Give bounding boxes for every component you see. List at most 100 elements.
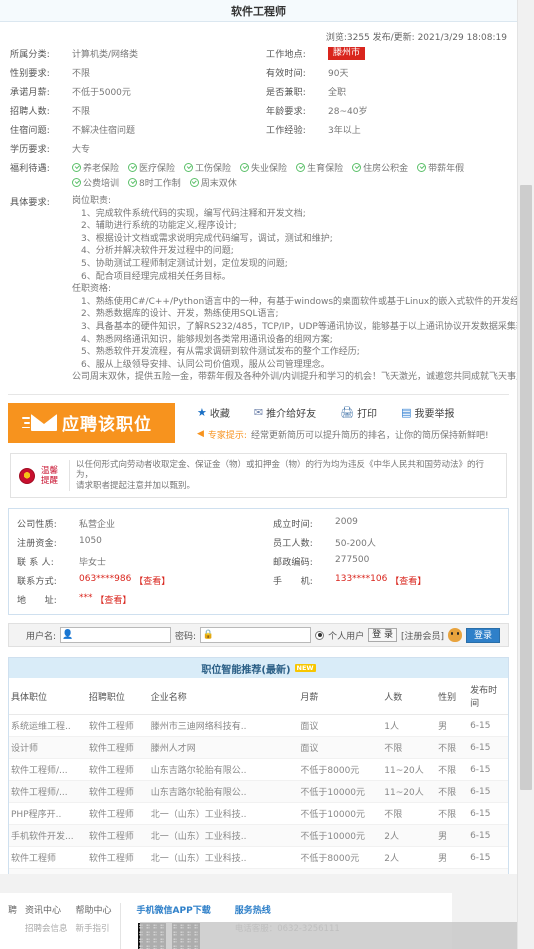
- action-printer[interactable]: 🖨 打印: [328, 405, 389, 421]
- check-circle-icon: [189, 178, 199, 187]
- qq-icon[interactable]: [447, 628, 462, 643]
- check-circle-icon: [352, 163, 362, 172]
- table-cell[interactable]: PHP程序开..: [9, 802, 87, 826]
- username-label: 用户名:: [25, 631, 57, 642]
- recommend-header: 职位智能推荐(最新) NEW: [9, 658, 508, 679]
- detail-label: 工作经验:: [266, 126, 307, 136]
- company-row: 地 址: *** 【查看】: [13, 593, 504, 606]
- table-cell: 男: [436, 714, 469, 738]
- table-cell: 6-15: [468, 824, 508, 848]
- scrollbar-thumb[interactable]: [520, 185, 532, 790]
- vertical-scrollbar[interactable]: [517, 0, 534, 949]
- detail-label: 年龄要求:: [266, 107, 307, 117]
- table-cell: 男: [436, 846, 469, 870]
- table-cell: 6-15: [468, 802, 508, 826]
- footer-col-news: 资讯中心 招聘会信息: [17, 903, 68, 934]
- star-icon: ★: [197, 406, 207, 420]
- detail-label: 住宿问题:: [10, 126, 51, 136]
- requirement-line: 公司周末双休，提供五险一金，带薪年假及各种外训/内训提升和学习的机会！飞天激光，…: [72, 372, 534, 383]
- detail-label: 工作地点:: [266, 50, 307, 60]
- table-cell: 面议: [298, 736, 383, 760]
- action-mail[interactable]: ✉ 推介给好友: [242, 405, 328, 421]
- apply-actions-panel: ★ 收藏 ✉ 推介给好友 🖨 打印 ▤ 我要举报 ◀ 专家提示: 经常更新简历可以提升简历的排…: [175, 403, 509, 443]
- username-input[interactable]: [75, 628, 171, 643]
- table-row[interactable]: 系统运维工程.. 软件工程师 滕州市三迪网络科技有.. 面议 1人男 6-15: [9, 714, 508, 738]
- table-cell: 软件工程师: [86, 802, 149, 826]
- table-row[interactable]: 软件工程师/... 软件工程师 山东吉路尔轮胎有限公.. 不低于8000元 11~20人…: [9, 758, 508, 782]
- requirement-line: 6、服从上级领导安排、认同公司价值观，服从公司管理理念。: [81, 359, 330, 370]
- detail-value: 全职: [328, 88, 347, 98]
- table-cell[interactable]: 手机软件开发...: [9, 824, 87, 848]
- user-type-radio[interactable]: [315, 630, 325, 640]
- table-cell[interactable]: 软件工程师: [9, 846, 87, 870]
- benefit-item: 医疗保险: [128, 161, 175, 174]
- detail-value: 计算机类/网络类: [72, 50, 139, 60]
- table-row[interactable]: 软件工程师/... 软件工程师 山东吉路尔轮胎有限公.. 不低于10000元 11~20…: [9, 780, 508, 804]
- mobile-view-link[interactable]: 【查看】: [390, 574, 426, 587]
- register-link[interactable]: [注册会员]: [401, 629, 444, 642]
- table-cell: 面议: [298, 714, 383, 738]
- envelope-icon: [22, 414, 57, 432]
- contact-phone-masked: 063****986: [79, 574, 132, 585]
- table-cell: 软件工程师: [86, 846, 149, 870]
- password-field-wrap[interactable]: 🔒: [200, 627, 312, 644]
- company-label: 联 系 人:: [17, 558, 54, 569]
- benefits-row: 福利待遇: 养老保险 医疗保险 工伤保险 失业保险 生育保险 住房公积金 带薪年假 公费培训 8…: [6, 161, 511, 189]
- username-field-wrap[interactable]: 👤: [60, 627, 172, 644]
- table-cell[interactable]: 软件工程师/...: [9, 758, 87, 782]
- action-label: 我要举报: [414, 409, 455, 421]
- company-label: 公司性质:: [17, 520, 58, 531]
- detail-row: 学历要求: 大专: [6, 142, 511, 155]
- table-row[interactable]: PHP程序开.. 软件工程师 北一（山东）工业科技.. 不低于10000元 不限 不限 6-…: [9, 802, 508, 826]
- table-cell: 不限: [382, 802, 437, 826]
- action-label: 推介给好友: [266, 409, 317, 421]
- table-cell[interactable]: 设计师: [9, 736, 87, 760]
- table-row[interactable]: 设计师 软件工程师 滕州人才网 面议 不限 不限 6-15: [9, 736, 508, 760]
- table-cell[interactable]: 系统运维工程..: [9, 714, 87, 738]
- company-info-box: 公司性质: 私营企业 成立时间: 2009 注册资金: 1050 员工人数: 50-20…: [8, 508, 509, 616]
- address-view-link[interactable]: 【查看】: [95, 593, 131, 606]
- user-icon: 👤: [62, 630, 74, 641]
- benefit-label: 住房公积金: [363, 164, 409, 174]
- apply-button[interactable]: 应聘该职位: [8, 402, 175, 443]
- requirement-line: 2、熟悉数据库的设计、开发，熟练使用SQL语言;: [81, 309, 279, 320]
- table-row[interactable]: 软件工程师 软件工程师 北一（山东）工业科技.. 不低于8000元 2人男 6-15: [9, 846, 508, 870]
- table-cell: 不限: [436, 758, 469, 782]
- detail-row: 承诺月薪: 不低于5000元 是否兼职: 全职: [6, 85, 511, 98]
- benefit-label: 养老保险: [83, 164, 120, 174]
- job-title-bar: 软件工程师: [0, 0, 517, 22]
- qq-login-button[interactable]: 登录: [465, 627, 500, 643]
- action-report[interactable]: ▤ 我要举报: [389, 405, 466, 421]
- footer-news-head: 资讯中心: [25, 906, 62, 916]
- benefits-list: 养老保险 医疗保险 工伤保险 失业保险 生育保险 住房公积金 带薪年假 公费培训 8时工作制 周末…: [72, 161, 511, 189]
- login-button[interactable]: 登 录: [368, 628, 397, 643]
- requirement-line: 1、完成软件系统代码的实现，编写代码注释和开发文档;: [81, 208, 306, 219]
- detail-row: 住宿问题: 不解决住宿问题 工作经验: 3年以上: [6, 123, 511, 136]
- footer-help-link[interactable]: 新手指引: [76, 922, 112, 934]
- table-cell[interactable]: 软件工程师/...: [9, 780, 87, 804]
- table-cell: 软件工程师: [86, 824, 149, 848]
- action-star[interactable]: ★ 收藏: [185, 405, 242, 421]
- benefit-label: 公费培训: [83, 179, 120, 189]
- footer-help-head: 帮助中心: [75, 906, 112, 916]
- speaker-icon: ◀: [197, 429, 204, 440]
- recommend-title: 职位智能推荐(最新): [201, 664, 291, 676]
- table-cell: 山东吉路尔轮胎有限公..: [148, 758, 299, 782]
- contact-view-link[interactable]: 【查看】: [134, 574, 170, 587]
- login-bar: 用户名: 👤 密码: 🔒 个人用户 登 录 [注册会员] 登录: [8, 623, 509, 648]
- company-row: 公司性质: 私营企业 成立时间: 2009: [13, 517, 504, 530]
- table-row[interactable]: 手机软件开发... 软件工程师 北一（山东）工业科技.. 不低于10000元 2人男 6-…: [9, 824, 508, 848]
- password-label: 密码:: [175, 631, 197, 642]
- benefit-label: 失业保险: [251, 164, 288, 174]
- table-cell: 不低于10000元: [298, 824, 383, 848]
- benefits-label: 福利待遇:: [10, 164, 51, 174]
- column-header: 招聘职位: [86, 678, 149, 716]
- lock-icon: 🔒: [202, 630, 214, 641]
- detail-label: 性别要求:: [10, 69, 51, 79]
- password-input[interactable]: [215, 628, 311, 643]
- column-header: 企业名称: [148, 678, 299, 716]
- company-row: 联 系 人: 毕女士 邮政编码: 277500: [13, 555, 504, 568]
- footer-news-link[interactable]: 招聘会信息: [25, 922, 68, 934]
- detail-value: 不限: [72, 107, 91, 117]
- table-cell: 软件工程师: [86, 780, 149, 804]
